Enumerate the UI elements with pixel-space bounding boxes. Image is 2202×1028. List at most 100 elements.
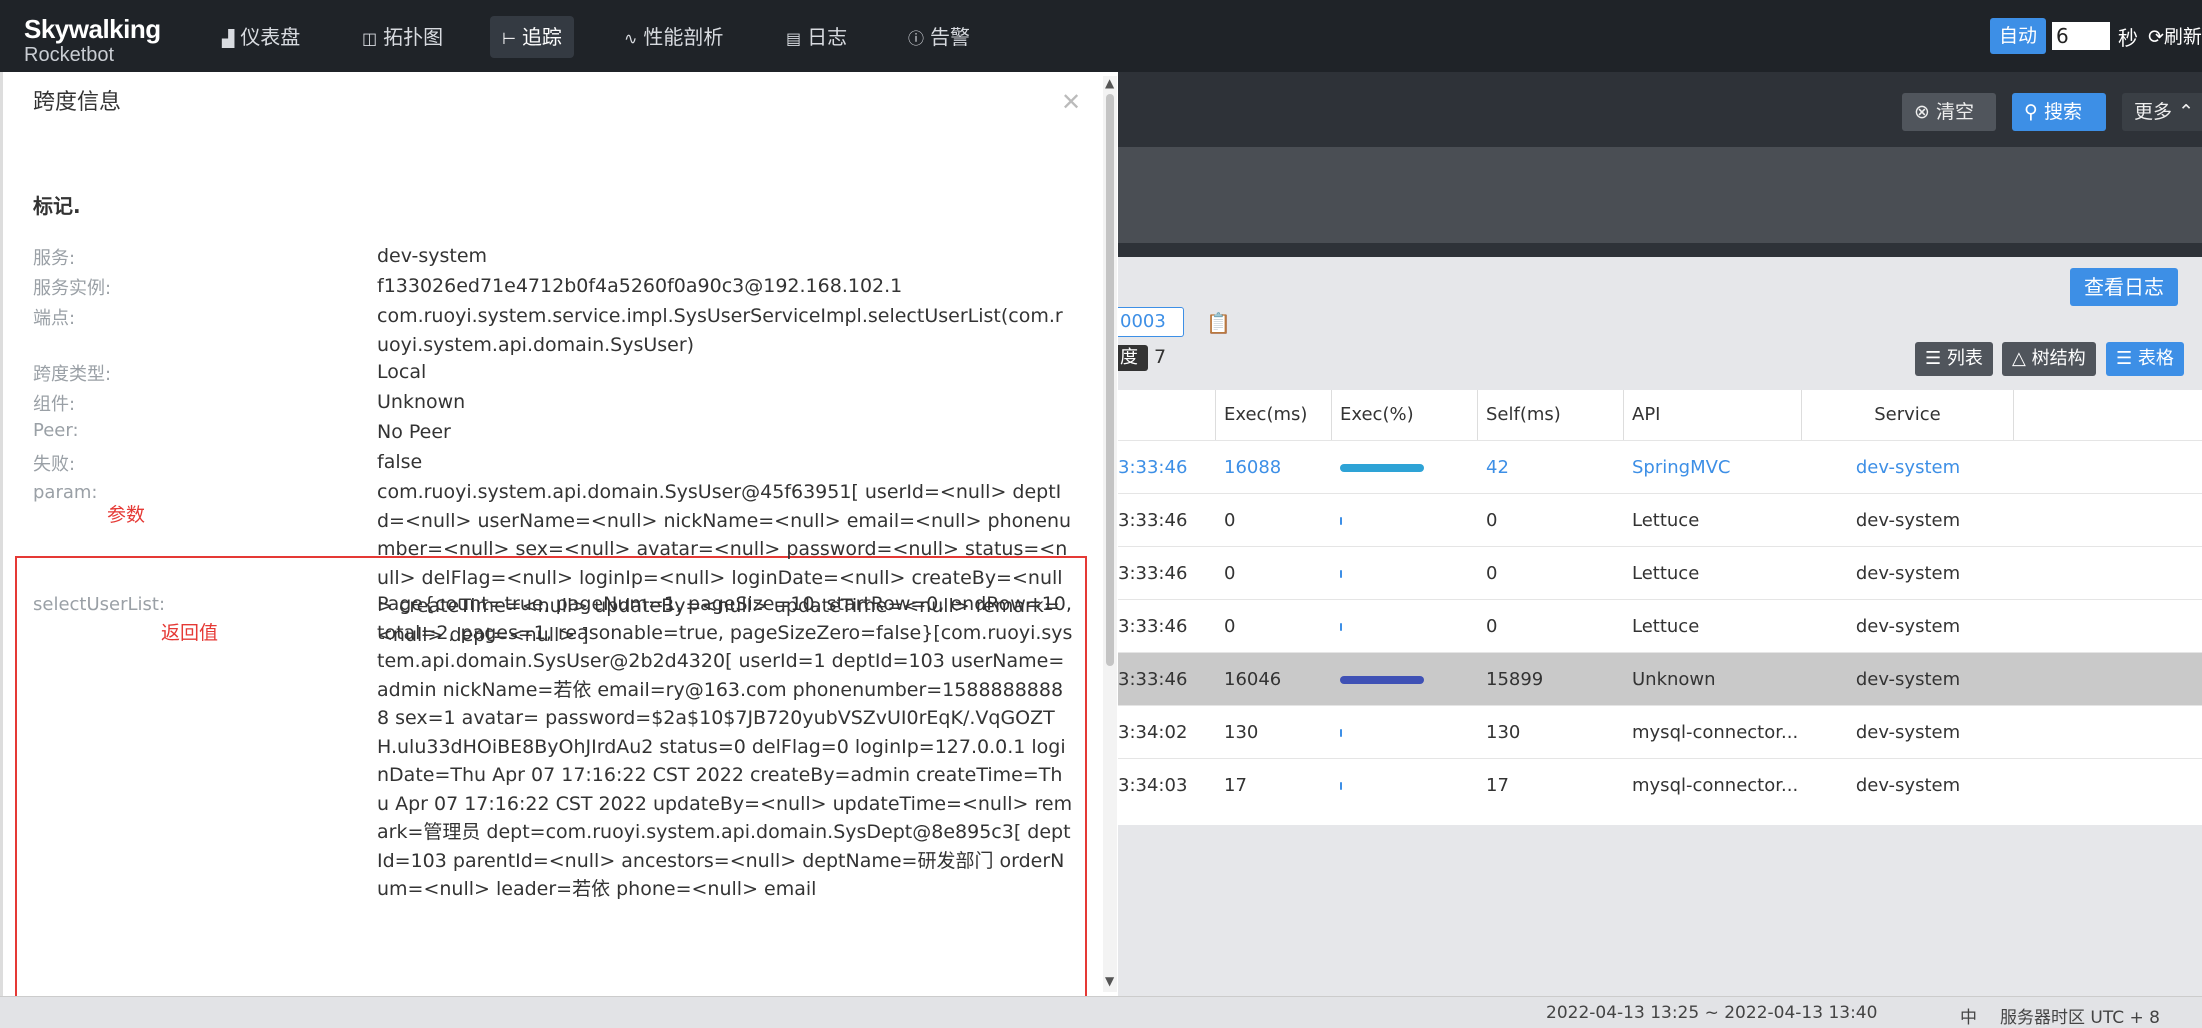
tree-icon: △ (2012, 348, 2026, 369)
field-label-component: 组件: (33, 394, 76, 415)
table-row[interactable]: 3:33:46 0 0 Lettuce dev-system (1118, 599, 2202, 652)
topology-icon: ◫ (362, 29, 378, 48)
table-header: Service (1802, 390, 2014, 440)
cell-start-time: 3:34:03 (1118, 775, 1188, 796)
cell-service: dev-system (1855, 563, 1961, 584)
exec-percent-bar (1340, 517, 1342, 525)
view-log-button[interactable]: 查看日志 (2070, 268, 2178, 306)
copy-icon[interactable]: 📋 (1206, 311, 1231, 335)
clear-button[interactable]: ⊗ 清空 (1902, 93, 1996, 131)
more-button[interactable]: 更多 ⌃ (2122, 93, 2202, 131)
field-value-peer: No Peer (377, 421, 451, 443)
cell-start-time: 3:34:02 (1118, 722, 1188, 743)
seconds-label: 秒 (2118, 26, 2138, 50)
refresh-button[interactable]: ⟳刷新 (2148, 22, 2202, 49)
view-table-button[interactable]: ☰ 表格 (2106, 342, 2184, 376)
trace-icon: ⊢ (502, 29, 516, 48)
auto-refresh-button[interactable]: 自动 (1990, 18, 2046, 54)
table-header: API (1624, 390, 1802, 440)
exec-percent-bar (1340, 570, 1342, 578)
logo[interactable]: Skywalking Rocketbot (24, 14, 161, 66)
search-icon: ⚲ (2024, 101, 2038, 123)
span-table: Exec(ms) Exec(%) Self(ms) API Service 3:… (1118, 390, 2202, 825)
cell-exec: 0 (1224, 563, 1236, 584)
view-list-button[interactable]: ☰ 列表 (1915, 342, 1993, 376)
cell-start-time: 3:33:46 (1118, 563, 1188, 584)
cell-service: dev-system (1855, 669, 1961, 690)
nav-label: 拓扑图 (383, 25, 444, 49)
field-value-span-type: Local (377, 361, 427, 383)
cell-self: 17 (1486, 775, 1509, 796)
cell-service: dev-system (1855, 616, 1961, 637)
exec-percent-bar (1340, 623, 1342, 631)
search-label: 搜索 (2043, 101, 2082, 123)
cell-exec: 16088 (1224, 457, 1282, 478)
field-label-param: param: (33, 482, 98, 503)
nav-item-log[interactable]: ▤ 日志 (774, 16, 859, 58)
field-value-service: dev-system (377, 245, 488, 267)
nav-item-profile[interactable]: ∿ 性能剖析 (612, 16, 735, 58)
nav-item-alarm[interactable]: ⓘ 告警 (896, 16, 982, 58)
cell-exec: 16046 (1224, 669, 1282, 690)
trace-filter-panel (1118, 147, 2202, 243)
field-label-span-type: 跨度类型: (33, 364, 112, 385)
field-value-instance: f133026ed71e4712b0f4a5260f0a90c3@192.168… (377, 275, 903, 297)
table-row[interactable]: 3:34:02 130 130 mysql-connector... dev-syste… (1118, 705, 2202, 758)
field-value-component: Unknown (377, 391, 466, 413)
param-note: 参数 (107, 504, 146, 526)
nav-label: 追踪 (521, 25, 562, 49)
refresh-label: 刷新 (2163, 26, 2202, 48)
cell-api: Lettuce (1632, 563, 1700, 584)
cell-api: SpringMVC (1632, 457, 1731, 478)
language-toggle[interactable]: 中 (1960, 1003, 1977, 1028)
cell-start-time: 3:33:46 (1118, 457, 1188, 478)
close-icon[interactable]: ✕ (1061, 88, 1081, 116)
trace-toolbar-divider (1118, 243, 2202, 257)
trace-id-select[interactable]: 0003 ⌄ (1118, 307, 1184, 360)
view-table-label: 表格 (2137, 348, 2174, 369)
search-button[interactable]: ⚲ 搜索 (2012, 93, 2106, 131)
logo-main: Skywalking (24, 14, 161, 44)
cell-service: dev-system (1855, 457, 1961, 478)
exec-percent-bar (1340, 729, 1342, 737)
table-row[interactable]: 3:33:46 16046 15899 Unknown dev-system (1118, 652, 2202, 705)
time-range[interactable]: 2022-04-13 13:25 ~ 2022-04-13 13:40 (1546, 1003, 1877, 1023)
field-value-error: false (377, 451, 423, 473)
cell-exec: 0 (1224, 616, 1236, 637)
top-nav: Skywalking Rocketbot ▟ 仪表盘 ◫ 拓扑图 ⊢ 追踪 ∿ 性能剖析… (0, 0, 2202, 72)
field-label-error: 失败: (33, 454, 76, 475)
cell-exec: 130 (1224, 722, 1259, 743)
scroll-up-icon[interactable]: ▲ (1105, 76, 1114, 90)
alarm-icon: ⓘ (908, 29, 925, 48)
nav-item-topology[interactable]: ◫ 拓扑图 (350, 16, 455, 58)
chevron-up-icon: ⌃ (2178, 101, 2194, 123)
field-label-return: selectUserList: (33, 594, 166, 615)
cell-service: dev-system (1855, 775, 1961, 796)
drawer-title: 跨度信息 (33, 90, 122, 115)
refresh-interval-input[interactable] (2052, 22, 2110, 50)
field-label-instance: 服务实例: (33, 278, 112, 299)
nav-label: 告警 (930, 25, 971, 49)
cell-api: Lettuce (1632, 510, 1700, 531)
table-row[interactable]: 3:34:03 17 17 mysql-connector... dev-system (1118, 758, 2202, 811)
drawer-scrollbar[interactable]: ▲ ▼ (1103, 76, 1117, 992)
logo-sub: Rocketbot (24, 44, 115, 66)
cell-start-time: 3:33:46 (1118, 510, 1188, 531)
nav-label: 日志 (807, 25, 848, 49)
table-row[interactable]: 3:33:46 0 0 Lettuce dev-system (1118, 546, 2202, 599)
table-row[interactable]: 3:33:46 16088 42 SpringMVC dev-system (1118, 440, 2202, 493)
clear-label: 清空 (1935, 101, 1974, 123)
cell-start-time: 3:33:46 (1118, 616, 1188, 637)
depth-count: 7 (1154, 346, 1167, 368)
nav-item-trace[interactable]: ⊢ 追踪 (490, 16, 574, 58)
view-tree-button[interactable]: △ 树结构 (2002, 342, 2096, 376)
nav-item-dashboard[interactable]: ▟ 仪表盘 (210, 16, 312, 58)
view-tree-label: 树结构 (2031, 348, 2086, 369)
timezone-label[interactable]: 服务器时区 UTC + 8 (2000, 1003, 2160, 1028)
more-label: 更多 (2134, 101, 2173, 123)
scroll-thumb[interactable] (1106, 94, 1114, 666)
table-row[interactable]: 3:33:46 0 0 Lettuce dev-system (1118, 493, 2202, 546)
scroll-down-icon[interactable]: ▼ (1105, 974, 1114, 988)
table-header: Exec(ms) (1216, 390, 1332, 440)
table-header-start-time (1118, 390, 1216, 440)
